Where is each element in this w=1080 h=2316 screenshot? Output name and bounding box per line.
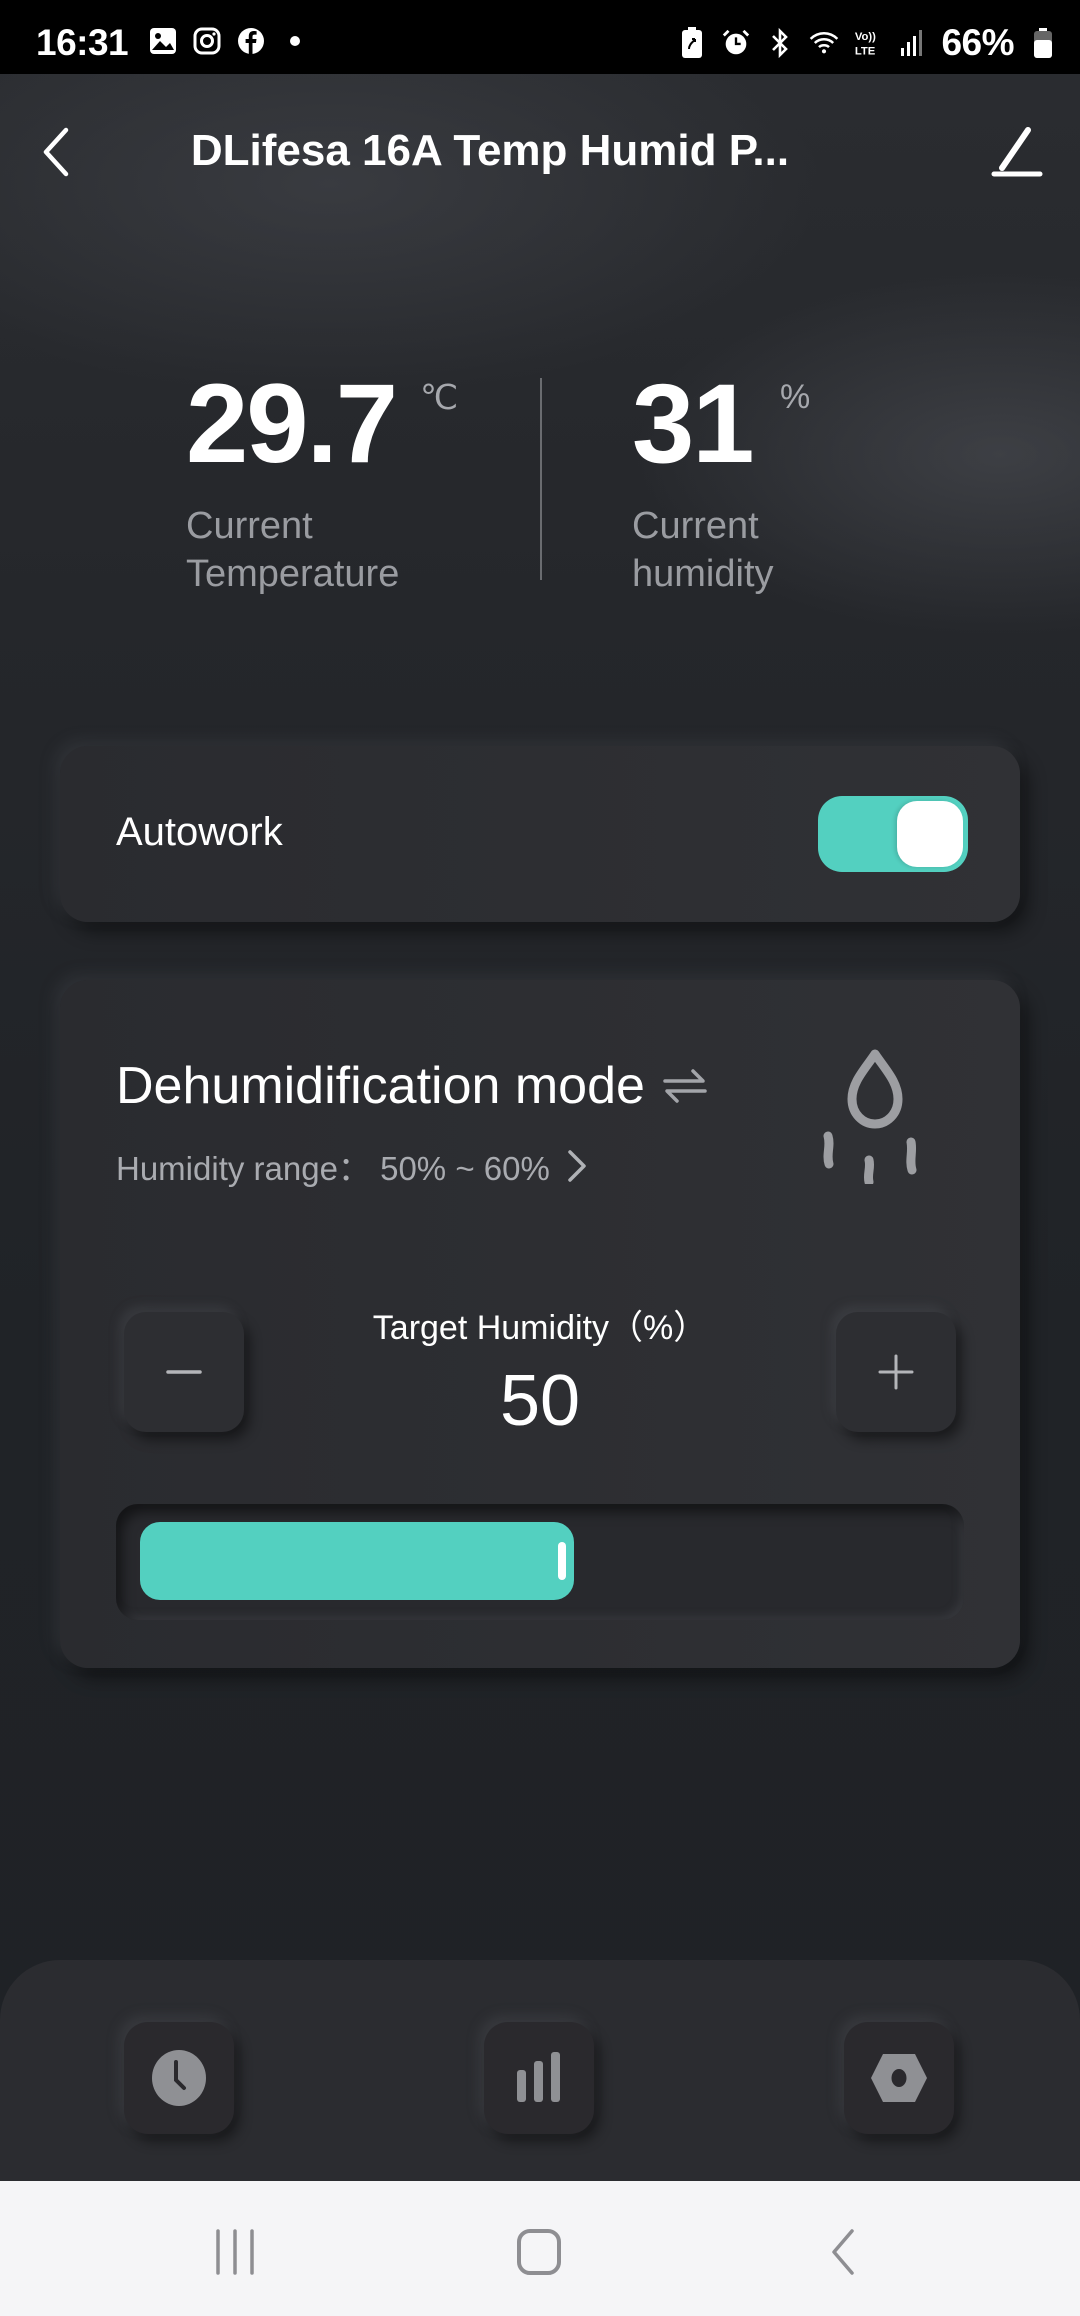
settings-button[interactable]: [844, 2022, 954, 2134]
alarm-icon: [721, 28, 751, 58]
plus-icon: [878, 1354, 914, 1390]
temperature-label-line2: Temperature: [186, 553, 400, 595]
bar-chart-icon: [517, 2052, 560, 2102]
autowork-label: Autowork: [116, 810, 283, 854]
increase-humidity-button[interactable]: [836, 1312, 956, 1432]
humidity-range-text: Humidity range： 50% ~ 60%: [116, 1150, 550, 1187]
system-nav-bar: [0, 2181, 1080, 2316]
hex-nut-icon: [871, 2054, 927, 2102]
temperature-label-line1: Current: [186, 505, 313, 547]
slider-handle[interactable]: [558, 1542, 566, 1580]
status-time: 16:31: [36, 22, 129, 63]
wifi-icon: [809, 28, 839, 58]
bluetooth-icon: [765, 27, 795, 59]
readings-divider: [540, 378, 542, 580]
gallery-icon: [148, 26, 178, 56]
humidity-label-line2: humidity: [632, 553, 774, 595]
mode-switch[interactable]: Dehumidification mode: [116, 1056, 707, 1116]
humidity-reading: 31 % Current humidity: [632, 361, 810, 598]
svg-text:Vo)): Vo)): [855, 31, 876, 43]
humidity-label-line1: Current: [632, 505, 759, 547]
volte-icon: Vo)) LTE: [853, 28, 883, 58]
toggle-knob: [897, 801, 963, 867]
back-button[interactable]: [36, 124, 84, 180]
dot-icon: [280, 26, 310, 56]
edit-button[interactable]: [988, 124, 1044, 180]
battery-saver-icon: [677, 27, 707, 58]
signal-icon: [897, 28, 927, 58]
clock-icon: [152, 2050, 206, 2106]
status-bar: 16:31 Vo)) LTE 66%: [0, 0, 1080, 74]
temperature-value: 29.7: [186, 361, 398, 486]
temperature-unit: ℃: [420, 379, 459, 417]
recent-apps-icon: [216, 2229, 254, 2275]
temperature-reading: 29.7 ℃ Current Temperature: [186, 361, 458, 598]
dehumidification-card: Dehumidification mode Humidity range： 50…: [60, 980, 1020, 1668]
humidity-unit: %: [780, 378, 811, 416]
temperature-label: Current Temperature: [186, 502, 399, 598]
svg-text:LTE: LTE: [855, 45, 876, 57]
pencil-icon: [991, 127, 1043, 177]
page-title: DLifesa 16A Temp Humid P...: [190, 126, 790, 175]
back-icon: [832, 2229, 854, 2275]
home-icon: [517, 2229, 561, 2275]
humidity-slider[interactable]: [116, 1504, 964, 1620]
humidity-value: 31: [632, 361, 755, 486]
home-button[interactable]: [504, 2217, 574, 2287]
chevron-left-icon: [43, 127, 69, 177]
recent-apps-button[interactable]: [200, 2217, 270, 2287]
swap-arrows-icon: [663, 1069, 707, 1103]
battery-percent: 66%: [941, 22, 1014, 63]
system-back-button[interactable]: [808, 2217, 878, 2287]
humidity-range-link[interactable]: Humidity range： 50% ~ 60%: [116, 1142, 588, 1190]
bottom-dock: [0, 1960, 1080, 2184]
mode-title: Dehumidification mode: [116, 1057, 645, 1115]
water-drop-icon: [823, 1049, 917, 1184]
statistics-button[interactable]: [484, 2022, 594, 2134]
schedule-button[interactable]: [124, 2022, 234, 2134]
instagram-icon: [192, 26, 222, 56]
humidity-label: Current humidity: [632, 502, 774, 598]
facebook-icon: [236, 26, 266, 56]
battery-icon: [1028, 28, 1058, 58]
slider-fill: [140, 1522, 574, 1600]
autowork-card: Autowork: [60, 746, 1020, 922]
chevron-right-icon: [568, 1150, 586, 1182]
autowork-toggle[interactable]: [818, 796, 968, 872]
